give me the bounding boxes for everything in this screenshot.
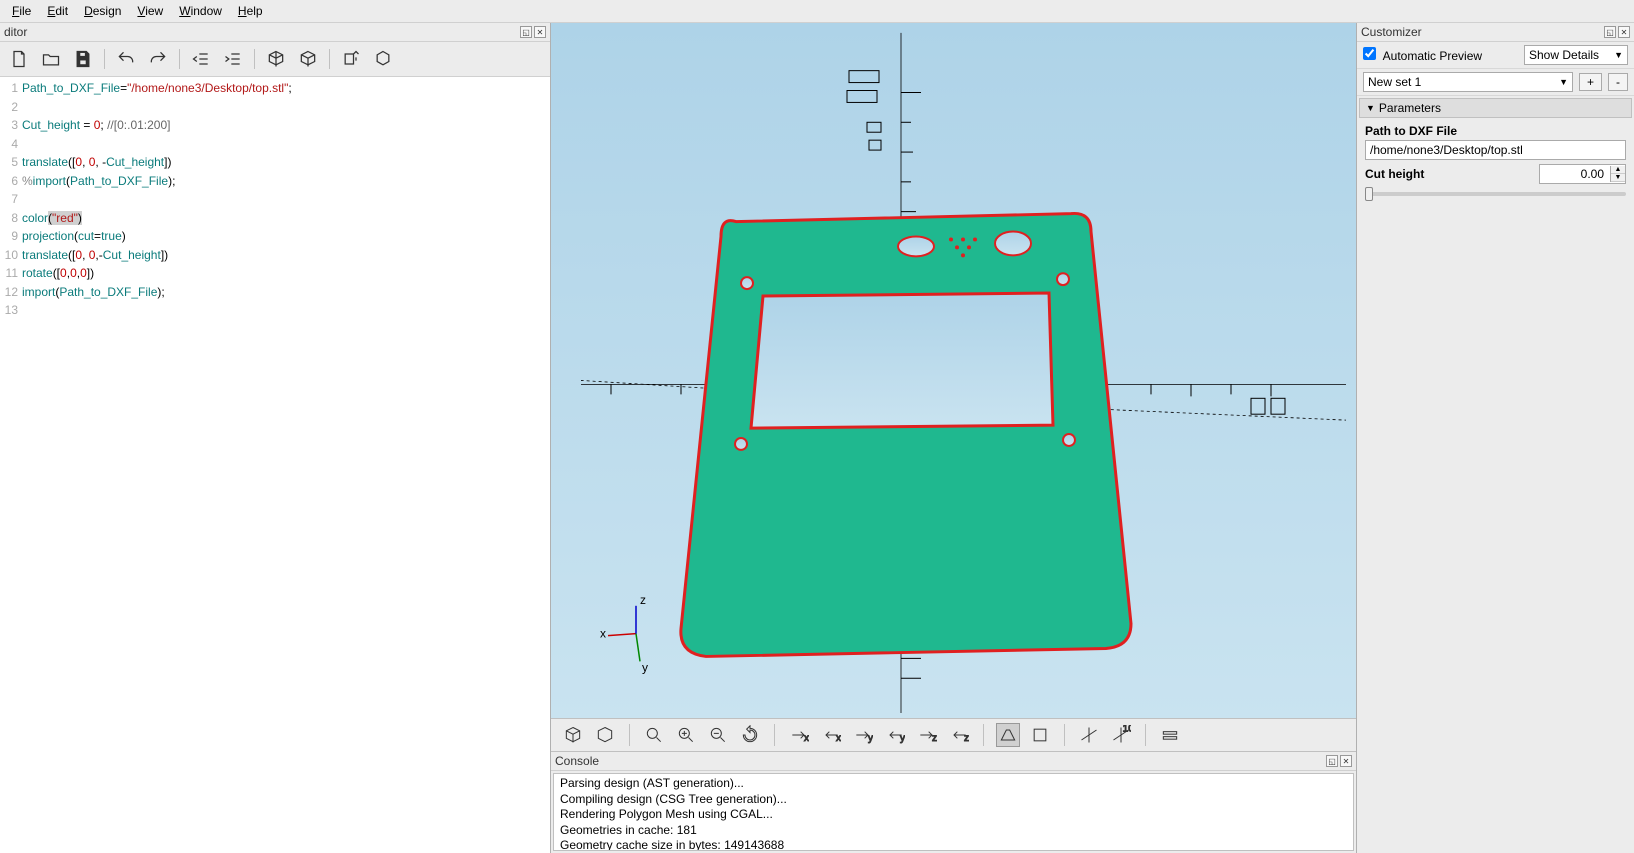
zoom-all-icon[interactable] [642,723,666,747]
line-number-gutter: 12345678910111213 [0,77,22,853]
chevron-down-icon: ▼ [1366,103,1375,113]
preset-row: New set 1 ▼ + - [1357,69,1634,96]
editor-undock-icon[interactable]: ◱ [520,26,532,38]
save-icon[interactable] [72,48,94,70]
menu-edit[interactable]: Edit [41,2,74,20]
preset-add-button[interactable]: + [1579,73,1602,91]
detail-select[interactable]: Show Details ▼ [1524,45,1628,65]
customizer-panel: Customizer ◱ ✕ Automatic Preview Show De… [1356,23,1634,853]
preview-cube-icon[interactable] [561,723,585,747]
console-title-bar: Console ◱ ✕ [551,752,1356,771]
customizer-undock-icon[interactable]: ◱ [1604,26,1616,38]
menu-view[interactable]: View [131,2,169,20]
spin-up-icon[interactable]: ▲ [1611,166,1625,174]
svg-text:z: z [964,733,969,744]
editor-close-icon[interactable]: ✕ [534,26,546,38]
unindent-icon[interactable] [190,48,212,70]
editor-panel: ditor ◱ ✕ 12345678910111213 Path_ [0,23,551,853]
middle-panel: x y z x x y y z z [551,23,1356,853]
view-back-icon[interactable]: y [851,723,875,747]
viewport-3d[interactable]: x y z [551,23,1356,718]
export-icon[interactable] [372,48,394,70]
param-cut-input[interactable]: 0.00 ▲ ▼ [1539,164,1626,184]
console-title: Console [555,754,599,768]
view-toolbar: x x y y z z 10 [551,718,1356,751]
menu-window[interactable]: Window [173,2,228,20]
axes-toggle-icon[interactable] [1077,723,1101,747]
svg-text:z: z [932,733,937,744]
view-bottom-icon[interactable]: z [947,723,971,747]
param-cut-slider[interactable] [1365,192,1626,196]
menu-file[interactable]: File [6,2,37,20]
redo-icon[interactable] [147,48,169,70]
orthographic-icon[interactable] [1028,723,1052,747]
axis-x-label: x [600,627,606,641]
menu-design[interactable]: Design [78,2,127,20]
param-cut-label: Cut height [1365,165,1529,183]
chevron-down-icon: ▼ [1614,50,1623,60]
axis-z-label: z [640,593,646,607]
parameters-section-header[interactable]: ▼ Parameters [1359,98,1632,118]
svg-text:x: x [804,733,809,744]
auto-preview-row: Automatic Preview Show Details ▼ [1357,42,1634,69]
send-icon[interactable] [340,48,362,70]
auto-preview-checkbox[interactable] [1363,47,1376,60]
toolbar-sep [179,49,180,69]
console-output[interactable]: Parsing design (AST generation)...Compil… [553,773,1354,851]
svg-text:y: y [900,733,905,744]
svg-text:10: 10 [1123,725,1131,735]
view-top-icon[interactable]: z [915,723,939,747]
viewport-svg: x y z [551,23,1356,718]
view-left-icon[interactable]: x [819,723,843,747]
edges-toggle-icon[interactable] [1158,723,1182,747]
undo-icon[interactable] [115,48,137,70]
param-path-row: Path to DXF File [1357,120,1634,162]
param-cut-row: Cut height 0.00 ▲ ▼ [1357,162,1634,186]
preset-select[interactable]: New set 1 ▼ [1363,72,1573,92]
toolbar-sep [254,49,255,69]
zoom-out-icon[interactable] [706,723,730,747]
code-lines[interactable]: Path_to_DXF_File="/home/none3/Desktop/to… [22,77,550,853]
editor-title: ditor [4,25,27,39]
view-right-icon[interactable]: x [787,723,811,747]
indent-icon[interactable] [222,48,244,70]
axis-y-label: y [642,660,648,674]
preset-remove-button[interactable]: - [1608,73,1628,91]
reset-view-icon[interactable] [738,723,762,747]
svg-text:x: x [836,733,841,744]
toolbar-sep [104,49,105,69]
customizer-title: Customizer [1361,25,1422,39]
open-icon[interactable] [40,48,62,70]
view-front-icon[interactable]: y [883,723,907,747]
zoom-in-icon[interactable] [674,723,698,747]
auto-preview-checkbox-label[interactable]: Automatic Preview [1363,47,1518,63]
editor-toolbar [0,42,550,77]
menu-help[interactable]: Help [232,2,269,20]
console-close-icon[interactable]: ✕ [1340,755,1352,767]
param-path-input[interactable] [1365,140,1626,160]
customizer-close-icon[interactable]: ✕ [1618,26,1630,38]
main-area: ditor ◱ ✕ 12345678910111213 Path_ [0,23,1634,853]
preview-icon[interactable] [265,48,287,70]
spin-down-icon[interactable]: ▼ [1611,174,1625,182]
new-icon[interactable] [8,48,30,70]
svg-text:y: y [868,733,873,744]
code-editor[interactable]: 12345678910111213 Path_to_DXF_File="/hom… [0,77,550,853]
render-icon[interactable] [297,48,319,70]
perspective-icon[interactable] [996,723,1020,747]
customizer-title-bar: Customizer ◱ ✕ [1357,23,1634,42]
console-undock-icon[interactable]: ◱ [1326,755,1338,767]
slider-thumb[interactable] [1365,187,1373,201]
scale-marker-icon[interactable]: 10 [1109,723,1133,747]
editor-title-bar: ditor ◱ ✕ [0,23,550,42]
render-cube-icon[interactable] [593,723,617,747]
menubar: File Edit Design View Window Help [0,0,1634,23]
console-panel: Console ◱ ✕ Parsing design (AST generati… [551,751,1356,853]
chevron-down-icon: ▼ [1559,77,1568,87]
toolbar-sep [329,49,330,69]
param-path-label: Path to DXF File [1365,122,1626,140]
